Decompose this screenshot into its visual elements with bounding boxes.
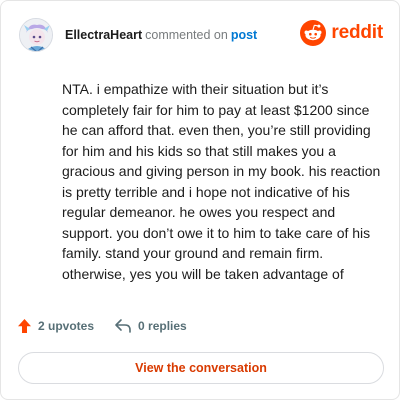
comment-actions: 2 upvotes 0 replies: [17, 318, 187, 334]
view-conversation-button[interactable]: View the conversation: [18, 352, 384, 384]
reddit-snoo-icon: [300, 20, 327, 46]
reply-count: 0 replies: [138, 319, 187, 333]
upvote-button[interactable]: 2 upvotes: [17, 318, 94, 334]
comment-text: NTA. i empathize with their situation bu…: [62, 81, 381, 282]
avatar-illustration-icon: [20, 19, 52, 51]
post-link[interactable]: post: [231, 28, 257, 42]
reply-arrow-icon: [115, 319, 131, 333]
username-link[interactable]: EllectraHeart: [65, 28, 142, 42]
reddit-wordmark: reddit: [331, 22, 383, 43]
comment-attribution: EllectraHeart commented on post: [65, 27, 257, 43]
user-avatar[interactable]: [19, 18, 53, 52]
upvote-count: 2 upvotes: [38, 319, 95, 333]
upvote-arrow-icon: [18, 319, 31, 333]
attribution-verb: commented on: [145, 28, 228, 42]
comment-embed-card: EllectraHeart commented on post reddit NTA…: [0, 0, 400, 400]
reply-button[interactable]: 0 replies: [114, 318, 187, 334]
reddit-brand-link[interactable]: reddit: [300, 20, 383, 46]
